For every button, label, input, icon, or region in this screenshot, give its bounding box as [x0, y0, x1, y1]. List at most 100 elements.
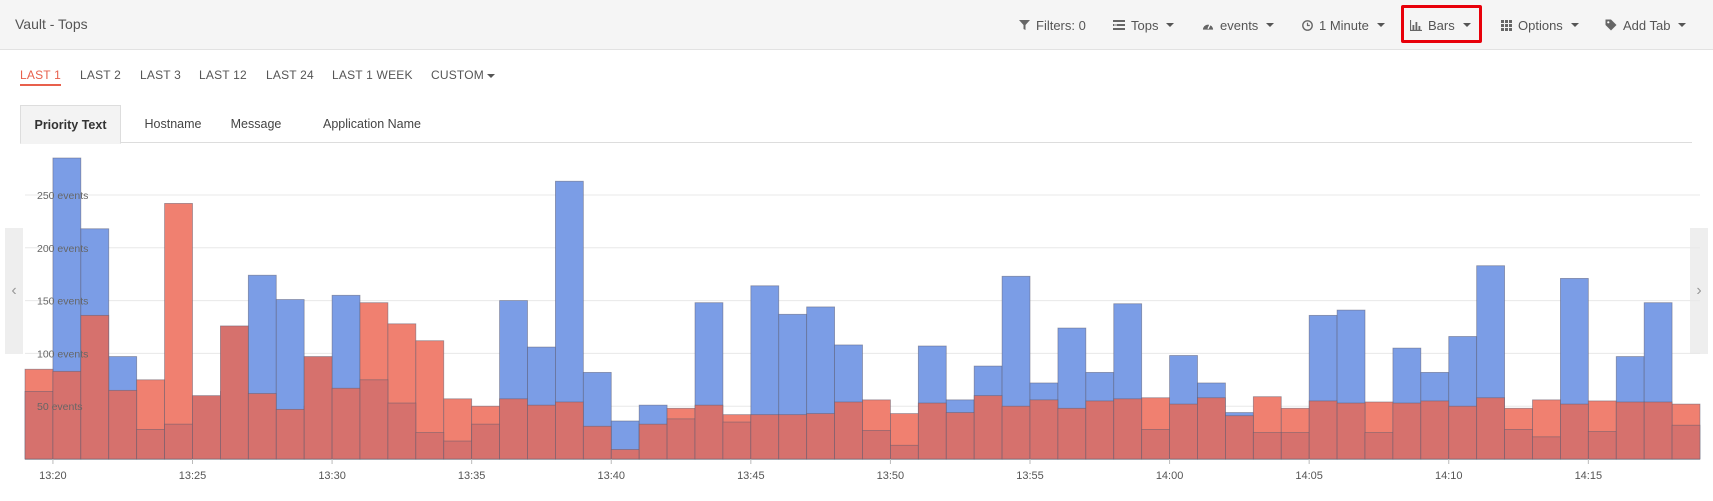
bar [499, 398, 528, 460]
bar [415, 432, 445, 460]
top-toolbar: Vault - Tops Filters: 0 Tops events 1 Mi… [0, 0, 1713, 50]
y-tick-label: 250 events [37, 190, 88, 202]
list-icon [1113, 19, 1125, 31]
bar [1560, 403, 1589, 460]
bar [1671, 424, 1701, 460]
bar [1448, 405, 1478, 460]
bar [945, 412, 975, 460]
bar [722, 421, 752, 460]
clock-icon [1301, 19, 1313, 31]
options-label: Options [1518, 17, 1563, 33]
range-custom-dropdown[interactable]: CUSTOM [431, 68, 495, 82]
chevron-down-icon [486, 73, 495, 78]
events-chart: 50 events 100 events 150 events 200 events 2… [0, 145, 1713, 496]
grid-icon [1500, 19, 1512, 31]
bar [750, 414, 780, 460]
bar [192, 395, 221, 460]
range-custom-label: CUSTOM [431, 68, 484, 82]
bar [1280, 432, 1310, 460]
chart-type-dropdown[interactable]: Bars [1410, 16, 1471, 34]
x-tick-label: 13:25 [179, 470, 207, 482]
x-tick-label: 13:55 [1016, 470, 1044, 482]
bar [1420, 400, 1450, 460]
range-last-12[interactable]: LAST 12 [199, 68, 247, 82]
tops-dropdown[interactable]: Tops [1113, 16, 1175, 34]
x-tick-label: 14:15 [1575, 470, 1603, 482]
chart-type-label: Bars [1428, 17, 1455, 33]
events-dropdown[interactable]: events [1202, 16, 1275, 34]
x-tick-label: 14:05 [1295, 470, 1323, 482]
bar [1587, 431, 1617, 460]
range-last-1[interactable]: LAST 1 [20, 68, 62, 86]
y-tick-label: 100 events [37, 348, 88, 360]
filters-button[interactable]: Filters: 0 [1018, 16, 1086, 34]
bar [666, 418, 696, 460]
events-label: events [1220, 17, 1259, 33]
tab-bar: Priority Text Hostname Message Applicati… [20, 105, 1692, 144]
chevron-down-icon [1266, 23, 1275, 27]
tab-hostname[interactable]: Hostname [133, 105, 213, 143]
tab-message[interactable]: Message [221, 105, 291, 143]
chevron-down-icon [1678, 23, 1687, 27]
bar [471, 423, 500, 460]
bar [1532, 436, 1561, 460]
y-tick-label: 150 events [37, 296, 88, 308]
bar [247, 393, 277, 460]
bar [275, 408, 305, 460]
bar [1029, 399, 1059, 460]
bar [1141, 429, 1170, 460]
bar [1113, 398, 1143, 460]
bar [1392, 402, 1422, 460]
add-tab-label: Add Tab [1623, 17, 1671, 33]
bar [694, 404, 724, 460]
bar [1308, 400, 1338, 460]
bar [1476, 397, 1505, 460]
tab-application-name[interactable]: Application Name [302, 105, 442, 143]
bar [973, 395, 1003, 460]
x-tick-label: 13:20 [39, 470, 67, 482]
bar [1504, 429, 1533, 460]
bar [806, 413, 835, 460]
x-tick-label: 13:35 [458, 470, 486, 482]
x-tick-label: 13:30 [318, 470, 346, 482]
options-dropdown[interactable]: Options [1500, 16, 1579, 34]
bar [862, 430, 891, 460]
y-tick-label: 50 events [37, 401, 83, 413]
bar [164, 423, 193, 460]
filter-icon [1018, 19, 1030, 31]
bar [1057, 407, 1087, 460]
chevron-down-icon [1166, 23, 1175, 27]
add-tab-dropdown[interactable]: Add Tab [1605, 16, 1687, 34]
bar [890, 444, 919, 460]
range-last-2[interactable]: LAST 2 [80, 68, 121, 82]
bar [1085, 400, 1115, 460]
x-tick-label: 13:40 [597, 470, 625, 482]
bar-chart-icon [1410, 19, 1422, 31]
bar [331, 387, 361, 460]
bar [220, 325, 249, 460]
dashboard-icon [1202, 19, 1214, 31]
range-last-3[interactable]: LAST 3 [140, 68, 181, 82]
tab-priority-text[interactable]: Priority Text [20, 105, 121, 144]
bar [80, 314, 110, 460]
bar [1001, 405, 1031, 460]
bar [917, 402, 947, 460]
range-last-24[interactable]: LAST 24 [266, 68, 314, 82]
y-tick-label: 200 events [37, 243, 88, 255]
bar [527, 404, 556, 460]
bar [1169, 403, 1198, 460]
x-tick-label: 14:00 [1156, 470, 1184, 482]
bar [52, 370, 82, 460]
bar [778, 414, 808, 460]
chevron-down-icon [1570, 23, 1579, 27]
chevron-down-icon [1462, 23, 1471, 27]
bar [108, 389, 138, 460]
bar [443, 440, 473, 460]
interval-dropdown[interactable]: 1 Minute [1301, 16, 1385, 34]
bar [136, 429, 165, 460]
bar [1643, 401, 1673, 460]
x-tick-label: 13:50 [877, 470, 905, 482]
bar [164, 203, 193, 460]
range-last-week[interactable]: LAST 1 WEEK [332, 68, 413, 82]
bar [582, 425, 612, 460]
